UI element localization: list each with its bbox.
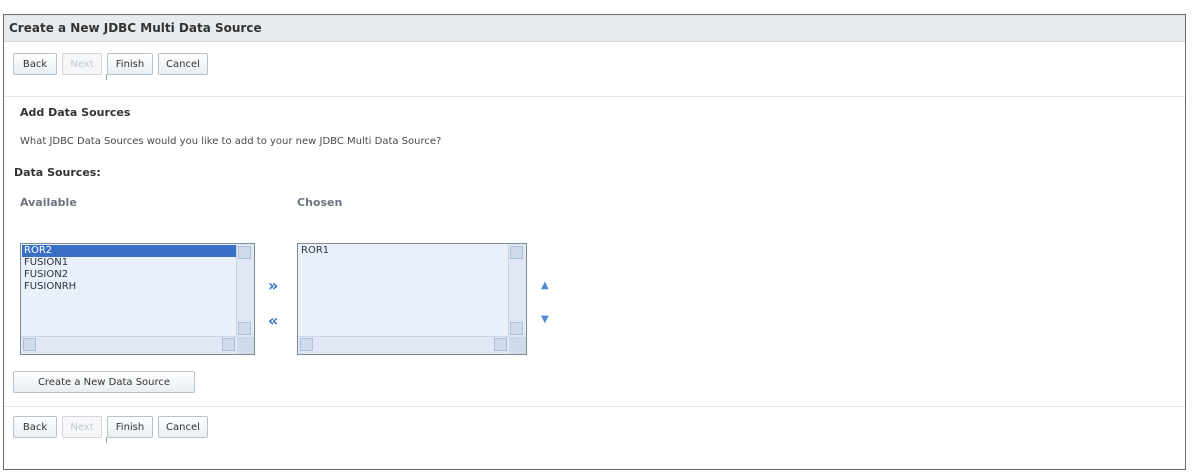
scroll-down-icon[interactable] — [510, 322, 523, 335]
page-title: Create a New JDBC Multi Data Source — [9, 21, 262, 35]
title-bar: Create a New JDBC Multi Data Source — [4, 15, 1185, 42]
list-item[interactable]: ROR2 — [22, 245, 236, 257]
available-heading: Available — [20, 196, 77, 209]
finish-button[interactable]: Finish — [106, 53, 153, 80]
horizontal-scrollbar[interactable] — [21, 336, 237, 354]
finish-button[interactable]: Finish — [106, 416, 153, 443]
instruction-text: What JDBC Data Sources would you like to… — [20, 136, 442, 147]
scroll-right-icon[interactable] — [222, 338, 235, 351]
vertical-scrollbar[interactable] — [508, 244, 526, 337]
scroll-corner — [237, 337, 254, 354]
create-row: Create a New Data Source — [13, 371, 195, 393]
vertical-scrollbar[interactable] — [236, 244, 254, 337]
data-sources-label: Data Sources: — [14, 166, 101, 179]
section-heading: Add Data Sources — [20, 106, 131, 119]
create-data-source-button[interactable]: Create a New Data Source — [13, 371, 195, 393]
next-button[interactable]: Next — [62, 53, 102, 75]
scroll-up-icon[interactable] — [238, 246, 251, 259]
cancel-button[interactable]: Cancel — [158, 53, 208, 75]
back-button[interactable]: Back — [13, 53, 57, 75]
top-toolbar: Back Next Finish Cancel — [13, 53, 208, 80]
double-chevron-right-icon[interactable]: » — [268, 278, 278, 294]
scroll-up-icon[interactable] — [510, 246, 523, 259]
triangle-up-icon[interactable]: ▲ — [541, 281, 549, 291]
scroll-left-icon[interactable] — [300, 338, 313, 351]
list-item[interactable]: FUSIONRH — [22, 281, 236, 293]
bottom-toolbar: Back Next Finish Cancel — [13, 416, 208, 443]
divider — [4, 406, 1185, 407]
triangle-down-icon[interactable]: ▼ — [541, 315, 549, 325]
divider — [4, 96, 1185, 97]
double-chevron-left-icon[interactable]: « — [268, 313, 278, 329]
chosen-heading: Chosen — [297, 196, 343, 209]
scroll-down-icon[interactable] — [238, 322, 251, 335]
list-item[interactable]: FUSION1 — [22, 257, 236, 269]
scroll-right-icon[interactable] — [494, 338, 507, 351]
horizontal-scrollbar[interactable] — [298, 336, 509, 354]
chosen-list[interactable]: ROR1 — [297, 243, 527, 355]
list-item[interactable]: FUSION2 — [22, 269, 236, 281]
wizard-panel: Create a New JDBC Multi Data Source Back… — [3, 14, 1186, 470]
back-button[interactable]: Back — [13, 416, 57, 438]
list-item[interactable]: ROR1 — [299, 245, 508, 257]
cancel-button[interactable]: Cancel — [158, 416, 208, 438]
scroll-corner — [509, 337, 526, 354]
available-list[interactable]: ROR2 FUSION1 FUSION2 FUSIONRH — [20, 243, 255, 355]
next-button[interactable]: Next — [62, 416, 102, 438]
scroll-left-icon[interactable] — [23, 338, 36, 351]
